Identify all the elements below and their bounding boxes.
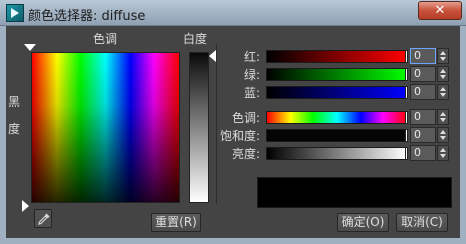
red-slider-thumb[interactable] bbox=[405, 50, 408, 63]
window-frame-right bbox=[460, 26, 466, 244]
close-button[interactable]: ✕ bbox=[418, 1, 462, 20]
hue-input[interactable]: 0 bbox=[410, 109, 436, 125]
green-input[interactable]: 0 bbox=[410, 66, 436, 82]
green-label: 绿: bbox=[244, 68, 261, 82]
window-frame-bottom bbox=[0, 238, 466, 244]
app-icon bbox=[6, 4, 24, 22]
green-slider-thumb[interactable] bbox=[405, 68, 408, 81]
hue-marker[interactable] bbox=[24, 44, 36, 51]
whiteness-strip[interactable] bbox=[189, 52, 209, 203]
value-slider-thumb[interactable] bbox=[405, 147, 408, 160]
blue-label: 蓝: bbox=[244, 86, 261, 100]
red-label: 红: bbox=[244, 50, 261, 64]
reset-button[interactable]: 重置(R) bbox=[151, 213, 201, 232]
eyedropper-button[interactable] bbox=[34, 209, 52, 228]
value-label: 亮度: bbox=[232, 147, 261, 161]
red-input[interactable]: 0 bbox=[410, 48, 436, 64]
blue-slider[interactable] bbox=[266, 86, 408, 99]
saturation-slider[interactable] bbox=[266, 129, 408, 142]
value-spinner[interactable] bbox=[437, 145, 449, 161]
green-slider[interactable] bbox=[266, 68, 408, 81]
whiteness-axis-label: 白度 bbox=[183, 32, 208, 46]
hue-slider[interactable] bbox=[266, 111, 408, 124]
saturation-label: 饱和度: bbox=[220, 129, 261, 143]
hue-axis-label: 色调 bbox=[93, 32, 118, 46]
red-spinner[interactable] bbox=[437, 48, 449, 64]
blackness-marker[interactable] bbox=[22, 200, 29, 212]
blue-slider-thumb[interactable] bbox=[405, 86, 408, 99]
hue-blackness-field[interactable] bbox=[31, 52, 180, 203]
saturation-spinner[interactable] bbox=[437, 127, 449, 143]
window-title: 颜色选择器: diffuse bbox=[28, 9, 146, 24]
red-slider[interactable] bbox=[266, 50, 408, 63]
current-color-swatch bbox=[257, 177, 452, 208]
saturation-input[interactable]: 0 bbox=[410, 127, 436, 143]
ok-button[interactable]: 确定(O) bbox=[337, 213, 389, 232]
hue-spinner[interactable] bbox=[437, 109, 449, 125]
cancel-button[interactable]: 取消(C) bbox=[396, 213, 448, 232]
blue-input[interactable]: 0 bbox=[410, 84, 436, 100]
saturation-slider-thumb[interactable] bbox=[405, 129, 408, 142]
blue-spinner[interactable] bbox=[437, 84, 449, 100]
title-bar: 颜色选择器: diffuse ✕ bbox=[0, 0, 466, 26]
blackness-axis-label-1: 黑 bbox=[8, 95, 21, 109]
eyedropper-icon bbox=[38, 213, 50, 225]
hue-slider-thumb[interactable] bbox=[405, 111, 408, 124]
value-input[interactable]: 0 bbox=[410, 145, 436, 161]
hue-label: 色调: bbox=[232, 111, 261, 125]
green-spinner[interactable] bbox=[437, 66, 449, 82]
blackness-axis-label-2: 度 bbox=[8, 122, 21, 136]
panel-divider bbox=[216, 44, 217, 204]
value-slider[interactable] bbox=[266, 147, 408, 160]
whiteness-marker[interactable] bbox=[209, 50, 216, 62]
